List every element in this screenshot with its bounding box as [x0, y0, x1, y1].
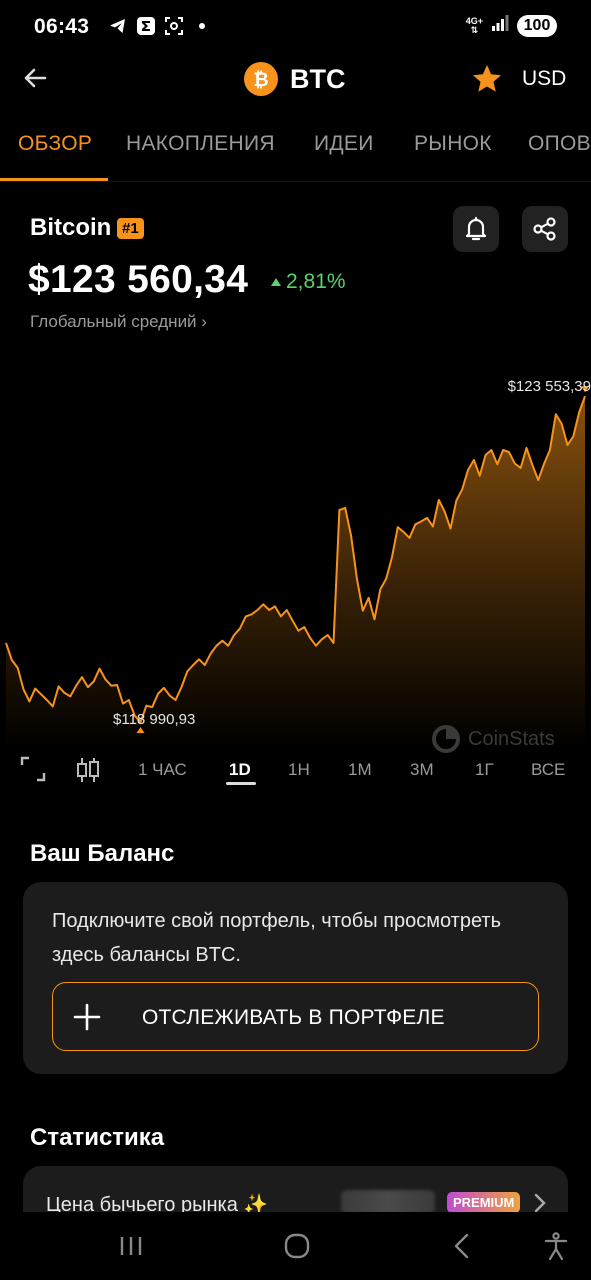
balance-card: Подключите свой портфель, чтобы просмотр…	[23, 882, 568, 1074]
price-chart[interactable]	[0, 350, 591, 750]
accessibility-button[interactable]	[538, 1230, 574, 1262]
watermark-text: CoinStats	[468, 727, 555, 750]
premium-badge: PREMIUM	[447, 1192, 521, 1213]
price-change: 2,81%	[270, 270, 346, 294]
star-icon	[473, 65, 501, 92]
candlestick-icon	[77, 758, 99, 782]
coin-symbol: BTC	[290, 63, 346, 94]
track-button-label: ОТСЛЕЖИВАТЬ В ПОРТФЕЛЕ	[142, 1006, 445, 1029]
coin-name: Bitcoin	[30, 214, 112, 241]
range-selector: 1 ЧАС 1D 1Н 1М 3М 1Г ВСЕ	[0, 752, 591, 792]
system-nav-bar	[0, 1212, 591, 1280]
balance-section-title: Ваш Баланс	[30, 840, 175, 867]
plus-icon	[73, 1003, 101, 1031]
rank-badge: #1	[117, 218, 144, 239]
home-icon	[284, 1233, 310, 1259]
battery-indicator: 100	[517, 14, 557, 37]
range-all[interactable]: ВСЕ	[531, 760, 565, 780]
chart-area-fill	[6, 396, 585, 750]
top-header: ₿ BTC USD	[0, 56, 591, 104]
svg-text:₿: ₿	[253, 69, 268, 91]
range-1y[interactable]: 1Г	[475, 760, 494, 780]
range-3m[interactable]: 3М	[410, 760, 434, 780]
alert-button[interactable]	[453, 206, 499, 252]
currency-selector[interactable]: USD	[522, 67, 566, 91]
chart-high-label: $123 553,39	[507, 378, 591, 395]
notification-icons	[108, 16, 212, 36]
current-price: $123 560,34	[28, 258, 249, 301]
tab-bar: ОБЗОР НАКОПЛЕНИЯ ИДЕИ РЫНОК ОПОВ	[0, 118, 591, 182]
bitcoin-logo-icon: ₿	[244, 62, 278, 96]
fullscreen-icon	[20, 756, 46, 782]
dot-indicator-icon	[192, 16, 212, 36]
fullscreen-button[interactable]	[20, 756, 46, 787]
stats-section-title: Статистика	[30, 1124, 165, 1151]
candlestick-toggle[interactable]	[74, 756, 102, 789]
accessibility-icon	[544, 1232, 568, 1261]
telegram-icon	[108, 16, 128, 36]
tab-savings[interactable]: НАКОПЛЕНИЯ	[126, 132, 275, 156]
tab-divider	[0, 181, 591, 182]
system-indicators: 4G+ ⇅ 100	[466, 14, 557, 37]
coinstats-logo-icon	[432, 725, 460, 753]
screenshot-icon	[164, 16, 184, 36]
price-source-link[interactable]: Глобальный средний ›	[30, 312, 207, 332]
tab-alerts[interactable]: ОПОВ	[528, 132, 591, 156]
range-1m[interactable]: 1М	[348, 760, 372, 780]
signal-icon	[491, 14, 509, 37]
status-time: 06:43	[34, 15, 90, 38]
sigma-app-icon	[136, 16, 156, 36]
chart-low-label: $118 990,93	[113, 711, 196, 728]
balance-description: Подключите свой портфель, чтобы просмотр…	[52, 910, 502, 966]
tab-ideas[interactable]: ИДЕИ	[314, 132, 374, 156]
chevron-right-icon: ›	[201, 312, 207, 331]
up-triangle-icon	[271, 278, 281, 286]
coin-title: ₿ BTC	[244, 62, 346, 96]
blurred-value	[341, 1190, 435, 1214]
share-button[interactable]	[522, 206, 568, 252]
home-button[interactable]	[279, 1230, 315, 1262]
back-arrow-icon	[24, 68, 47, 88]
tab-overview[interactable]: ОБЗОР	[18, 132, 92, 156]
back-button[interactable]	[20, 62, 52, 94]
coinstats-watermark: CoinStats	[432, 725, 555, 753]
active-range-indicator	[226, 782, 256, 785]
favorite-button[interactable]	[470, 62, 504, 96]
price-source-label: Глобальный средний	[30, 312, 197, 331]
price-chart-svg	[5, 386, 589, 750]
price-change-value: 2,81%	[286, 270, 346, 293]
back-nav-button[interactable]	[444, 1230, 480, 1262]
range-1w[interactable]: 1Н	[288, 760, 310, 780]
status-bar: 06:43 4G+ ⇅ 100	[0, 0, 591, 56]
chevron-right-icon	[534, 1193, 546, 1213]
recent-apps-button[interactable]	[113, 1230, 149, 1262]
bell-icon	[465, 216, 487, 241]
range-1d[interactable]: 1D	[229, 760, 251, 780]
recent-apps-icon	[120, 1237, 142, 1255]
tab-market[interactable]: РЫНОК	[414, 132, 492, 156]
share-icon	[533, 217, 556, 241]
back-nav-icon	[454, 1233, 469, 1259]
track-in-portfolio-button[interactable]: ОТСЛЕЖИВАТЬ В ПОРТФЕЛЕ	[52, 982, 539, 1051]
range-1h[interactable]: 1 ЧАС	[138, 760, 187, 780]
network-type: 4G+ ⇅	[465, 15, 483, 35]
